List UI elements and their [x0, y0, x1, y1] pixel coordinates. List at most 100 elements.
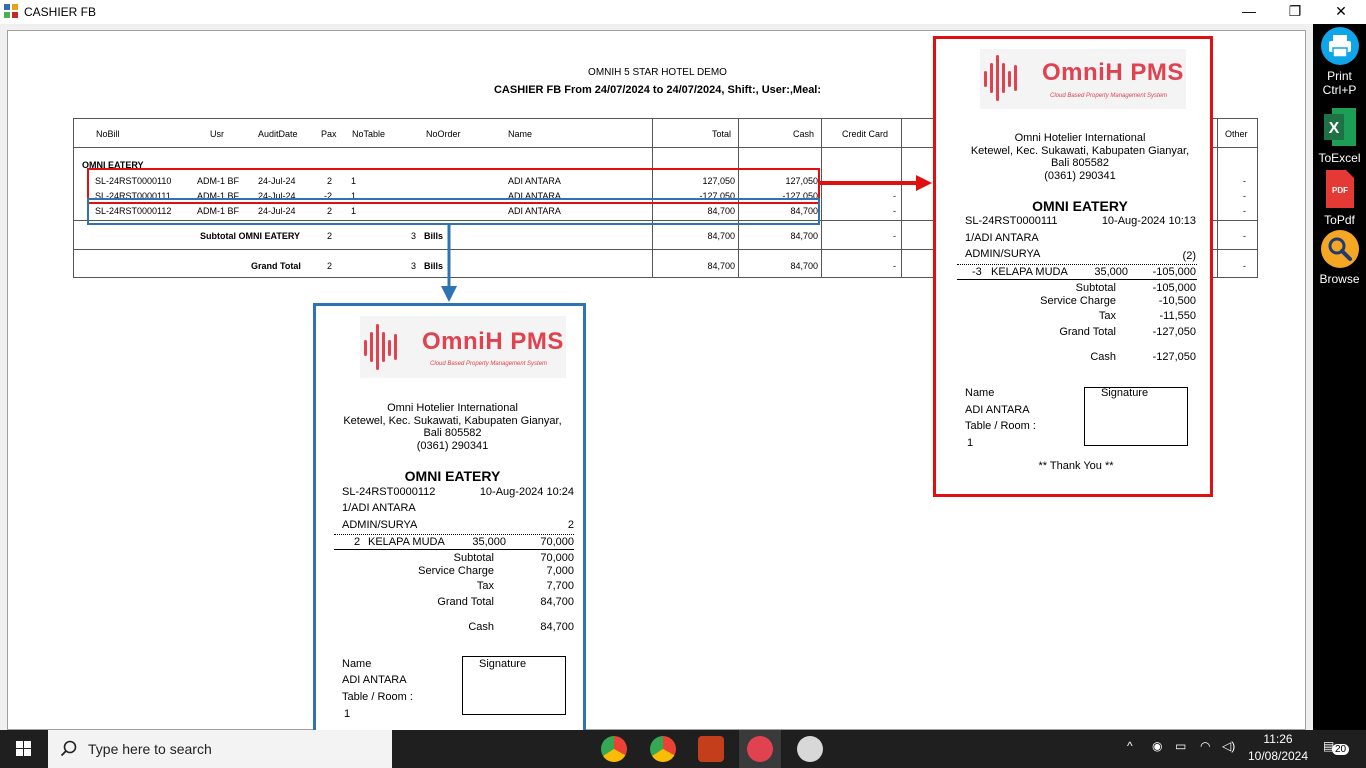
- receipt-table-room-label: Table / Room :: [342, 691, 413, 703]
- receipt-bill-no: SL-24RST0000111: [965, 215, 1058, 227]
- receipt-signature-label: Signature: [479, 658, 527, 670]
- receipt-grand-label: Grand Total: [437, 596, 494, 608]
- pdf-icon: PDF: [1325, 170, 1354, 208]
- col-header-pax: Pax: [321, 129, 337, 139]
- receipt-grand: 84,700: [540, 596, 574, 608]
- receipt-admin: ADMIN/SURYA: [965, 248, 1041, 260]
- receipt-table-guest: 1/ADI ANTARA: [965, 232, 1039, 244]
- highlight-box-blue: [87, 198, 820, 225]
- receipt-subtotal-label: Subtotal: [1075, 282, 1116, 294]
- receipt-cash-label: Cash: [468, 621, 494, 633]
- notification-count-badge: 20: [1332, 744, 1350, 755]
- subtotal-pax: 2: [326, 231, 332, 241]
- wifi-icon[interactable]: ◠: [1200, 739, 1210, 753]
- receipt-address-city: Bali 805582: [423, 427, 482, 439]
- grand-total-total: 84,700: [707, 261, 735, 271]
- col-header-nobill: NoBill: [96, 129, 120, 139]
- receipt-item-name: KELAPA MUDA: [368, 536, 445, 548]
- clock-time[interactable]: 11:26: [1249, 732, 1307, 746]
- pdf-badge: PDF: [1332, 186, 1348, 195]
- receipt-item-name: KELAPA MUDA: [991, 266, 1068, 278]
- clock-date[interactable]: 10/08/2024: [1246, 749, 1310, 763]
- col-header-name: Name: [508, 129, 533, 139]
- omnih-app-icon[interactable]: [747, 736, 773, 762]
- search-icon: [1320, 230, 1359, 268]
- receipt-phone: (0361) 290341: [416, 440, 489, 452]
- grand-total-credit-card: -: [893, 261, 896, 271]
- network-icon[interactable]: ◉: [1152, 739, 1162, 753]
- grand-total-cash: 84,700: [790, 261, 818, 271]
- volume-icon[interactable]: ◁): [1222, 739, 1235, 753]
- receipt-table-no: 1: [344, 708, 351, 720]
- receipt-phone: (0361) 290341: [1044, 170, 1116, 182]
- powerpoint-icon[interactable]: [698, 736, 724, 762]
- receipt-name-label: Name: [342, 658, 372, 670]
- close-button[interactable]: ✕: [1318, 0, 1364, 24]
- receipt-address: Ketewel, Kec. Sukawati, Kabupaten Gianya…: [970, 145, 1190, 157]
- battery-icon[interactable]: ▭: [1175, 739, 1186, 753]
- to-pdf-label: ToPdf: [1324, 213, 1355, 227]
- receipt-tax-label: Tax: [476, 580, 494, 592]
- subtotal-other: -: [1243, 231, 1246, 241]
- receipt-item-qty: -3: [972, 266, 982, 278]
- receipt-outlet: OMNI EATERY: [404, 468, 501, 484]
- chrome-icon[interactable]: [601, 736, 627, 762]
- cell-credit-card: -: [893, 191, 896, 201]
- grand-total-label: Grand Total: [251, 261, 301, 271]
- receipt-table-room-label: Table / Room :: [965, 420, 1036, 432]
- maximize-button[interactable]: ❐: [1272, 0, 1318, 24]
- print-shortcut: Ctrl+P: [1322, 83, 1357, 97]
- receipt-guest-name: ADI ANTARA: [342, 674, 407, 686]
- receipt-table-no: 1: [967, 437, 974, 449]
- receipt-service: -10,500: [1158, 295, 1196, 307]
- to-excel-button[interactable]: X ToExcel: [1313, 106, 1366, 165]
- receipt-address: Ketewel, Kec. Sukawati, Kabupaten Gianya…: [343, 415, 562, 427]
- receipt-cash: -127,050: [1152, 351, 1196, 363]
- receipt-service-label: Service Charge: [1040, 295, 1116, 307]
- grand-total-other: -: [1243, 261, 1246, 271]
- receipt-pax: (2): [1182, 250, 1196, 262]
- receipt-preview-112: OmniH PMS Cloud Based Property Managemen…: [313, 303, 586, 758]
- receipt-subtotal-label: Subtotal: [453, 552, 494, 564]
- receipt-guest-name: ADI ANTARA: [965, 404, 1030, 416]
- windows-start-icon[interactable]: [0, 730, 48, 768]
- search-placeholder: Type here to search: [88, 741, 212, 757]
- receipt-outlet: OMNI EATERY: [1032, 198, 1128, 214]
- receipt-datetime: 10-Aug-2024 10:13: [1101, 215, 1196, 227]
- receipt-company: Omni Hotelier International: [387, 402, 518, 414]
- col-header-auditdate: AuditDate: [258, 129, 298, 139]
- omnih-logo: OmniH PMS Cloud Based Property Managemen…: [360, 316, 566, 378]
- receipt-item-price: 35,000: [472, 536, 506, 548]
- minimize-button[interactable]: —: [1226, 0, 1272, 24]
- receipt-service-label: Service Charge: [418, 565, 494, 577]
- chrome-profile-icon[interactable]: [650, 736, 676, 762]
- receipt-bill-no: SL-24RST0000112: [342, 486, 436, 498]
- receipt-service: 7,000: [546, 565, 574, 577]
- receipt-cash: 84,700: [540, 621, 574, 633]
- remote-app-icon[interactable]: [797, 736, 823, 762]
- col-header-total: Total: [711, 129, 731, 139]
- receipt-preview-111: OmniH PMS Cloud Based Property Managemen…: [933, 36, 1213, 497]
- omnih-logo: OmniH PMS Cloud Based Property Managemen…: [980, 49, 1186, 109]
- receipt-grand-label: Grand Total: [1059, 326, 1116, 338]
- taskbar-search-box[interactable]: Type here to search: [48, 730, 392, 768]
- title-bar: CASHIER FB — ❐ ✕: [0, 0, 1366, 24]
- print-button[interactable]: Print Ctrl+P: [1313, 26, 1366, 97]
- logo-tagline: Cloud Based Property Management System: [1050, 93, 1168, 99]
- receipt-address-city: Bali 805582: [1050, 157, 1110, 169]
- col-header-other: Other: [1225, 129, 1248, 139]
- receipt-subtotal: 70,000: [540, 552, 574, 564]
- logo-text: OmniH PMS: [1042, 59, 1184, 86]
- tray-chevron-icon[interactable]: ^: [1127, 739, 1133, 753]
- receipt-subtotal: -105,000: [1152, 282, 1196, 294]
- print-label: Print: [1327, 69, 1352, 83]
- browse-button[interactable]: Browse: [1313, 229, 1366, 286]
- printer-icon: [1320, 27, 1359, 65]
- to-pdf-button[interactable]: PDF ToPdf: [1313, 168, 1366, 227]
- to-excel-label: ToExcel: [1318, 151, 1361, 165]
- grand-total-bills-label: Bills: [424, 261, 444, 271]
- col-header-cash: Cash: [792, 129, 814, 139]
- receipt-admin: ADMIN/SURYA: [342, 519, 418, 531]
- receipt-grand: -127,050: [1152, 326, 1196, 338]
- cell-credit-card: -: [893, 206, 896, 216]
